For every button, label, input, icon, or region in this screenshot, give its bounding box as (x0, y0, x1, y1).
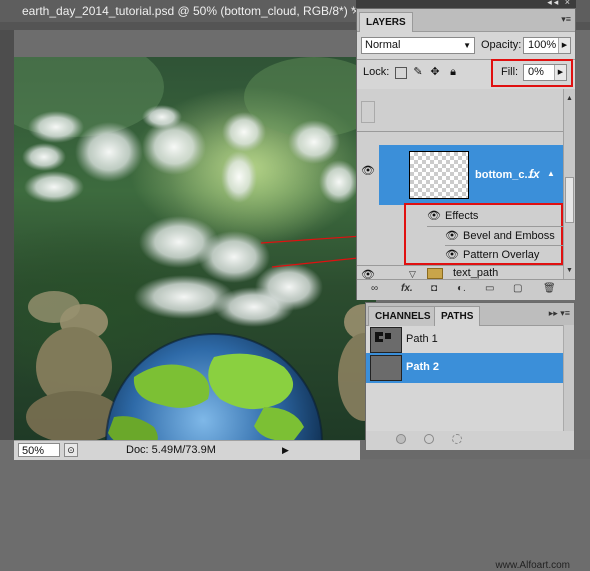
blend-mode-value: Normal (365, 39, 401, 51)
fx-icon[interactable]: fx (529, 167, 540, 181)
cherub-statue-left (26, 291, 122, 440)
group-layer-name[interactable]: text_path (453, 267, 498, 279)
effects-header[interactable]: Effects (445, 207, 478, 225)
status-options-icon[interactable]: ⊙ (64, 443, 78, 457)
fx-icon[interactable]: fx. (401, 283, 413, 294)
status-menu-arrow-icon[interactable]: ▶ (282, 441, 289, 460)
eye-icon[interactable]: 👁︎ (361, 269, 375, 279)
fill-path-icon[interactable] (396, 434, 406, 444)
eye-icon[interactable]: 👁︎ (361, 165, 375, 177)
layer-name: bottom_c... (475, 169, 534, 181)
opacity-slider-arrow-icon[interactable]: ▶ (558, 38, 570, 53)
link-icon[interactable]: ∞ (371, 283, 378, 294)
trash-icon[interactable]: 🗑︎ (543, 283, 556, 294)
layer-thumbnail (409, 151, 469, 199)
fill-value: 0% (528, 66, 544, 78)
earth-globe (105, 333, 323, 440)
opacity-value: 100% (528, 39, 557, 51)
zoom-level-field[interactable]: 50% (18, 443, 60, 457)
divider (357, 265, 563, 266)
path-thumbnail (370, 327, 402, 353)
folder-icon[interactable]: ▭ (485, 283, 494, 294)
lock-label: Lock: (363, 66, 390, 78)
eye-icon[interactable]: 👁︎ (445, 249, 459, 261)
collapse-panels-icon[interactable]: ◂◂ × (547, 0, 572, 8)
path-row-1[interactable]: Path 1 (366, 325, 574, 355)
fill-field[interactable]: 0% ▶ (523, 64, 567, 81)
watermark: www.Alfoart.com (495, 560, 570, 571)
layers-scrollbar[interactable]: ▲ ▼ (563, 89, 575, 279)
collapse-effects-arrow-icon[interactable]: ▲ (547, 169, 555, 178)
document-size-info: Doc: 5.49M/73.9M (126, 444, 216, 456)
status-bar: 50% ⊙ Doc: 5.49M/73.9M ▶ (14, 440, 360, 460)
stroke-path-icon[interactable] (424, 434, 434, 444)
effect-bevel-emboss[interactable]: Bevel and Emboss (463, 227, 555, 245)
layers-panel-menu-icon[interactable]: ▾≡ (561, 14, 571, 25)
tab-paths[interactable]: PATHS (434, 306, 481, 326)
document-canvas[interactable] (14, 57, 376, 440)
paths-toolbar: www.Alfoart.com (366, 431, 574, 571)
chevron-down-icon: ▼ (463, 41, 471, 50)
fill-label: Fill: (501, 66, 519, 78)
layer-row-bottom-cloud[interactable]: bottom_c... fx ▲ (379, 145, 563, 205)
load-as-selection-icon[interactable] (452, 434, 462, 444)
lock-image-brush-icon[interactable]: ✎ (412, 66, 424, 78)
vertical-ruler (0, 30, 14, 440)
path-row-2[interactable]: Path 2 (366, 353, 574, 383)
path-name: Path 1 (406, 333, 438, 345)
paths-panel-menu-icon[interactable]: ▸▸ ▾≡ (549, 308, 570, 319)
divider (357, 131, 563, 132)
canvas-artwork (14, 57, 376, 440)
bottom-dock (360, 450, 590, 459)
expand-group-arrow-icon[interactable]: ▽ (409, 269, 416, 279)
opacity-label: Opacity: (481, 39, 522, 51)
eye-icon[interactable]: 👁︎ (427, 210, 441, 222)
paths-tab-row: CHANNELS PATHS ▸▸ ▾≡ (366, 303, 574, 326)
layers-list: 👁︎ bottom_c... fx ▲ 👁︎ Effects 👁︎ Bevel … (357, 89, 563, 279)
path-name: Path 2 (406, 361, 440, 373)
lock-position-move-icon[interactable]: ✥ (429, 66, 441, 78)
adjustment-icon[interactable]: ◐. (457, 283, 466, 294)
opacity-field[interactable]: 100% ▶ (523, 37, 571, 54)
folder-icon (427, 268, 443, 279)
lock-all-padlock-icon[interactable]: 🔒︎ (447, 66, 459, 78)
new-layer-icon[interactable]: ▢ (513, 283, 522, 294)
scroll-down-icon[interactable]: ▼ (566, 267, 573, 274)
layers-tab-row: LAYERS ▾≡ (357, 9, 575, 32)
paths-panel: CHANNELS PATHS ▸▸ ▾≡ Path 1 Path 2 www.A… (365, 302, 575, 571)
visibility-toggle-empty[interactable] (361, 101, 375, 123)
effect-pattern-overlay[interactable]: Pattern Overlay (463, 246, 539, 264)
mask-icon[interactable]: ◘ (431, 283, 437, 294)
layers-toolbar: ∞ fx. ◘ ◐. ▭ ▢ 🗑︎ (357, 279, 575, 300)
lock-transparency-icon[interactable] (395, 67, 407, 79)
document-title: earth_day_2014_tutorial.psd @ 50% (botto… (22, 4, 356, 18)
scroll-up-icon[interactable]: ▲ (566, 95, 573, 102)
tab-layers[interactable]: LAYERS (359, 12, 413, 32)
paths-scrollbar[interactable] (563, 325, 574, 431)
tab-channels[interactable]: CHANNELS (368, 306, 438, 326)
scroll-thumb[interactable] (565, 177, 574, 223)
path-thumbnail (370, 355, 402, 381)
blend-mode-select[interactable]: Normal ▼ (361, 37, 475, 54)
eye-icon[interactable]: 👁︎ (445, 230, 459, 242)
fill-slider-arrow-icon[interactable]: ▶ (554, 65, 566, 80)
layers-panel: LAYERS ▾≡ Normal ▼ Opacity: 100% ▶ Lock:… (356, 8, 576, 300)
